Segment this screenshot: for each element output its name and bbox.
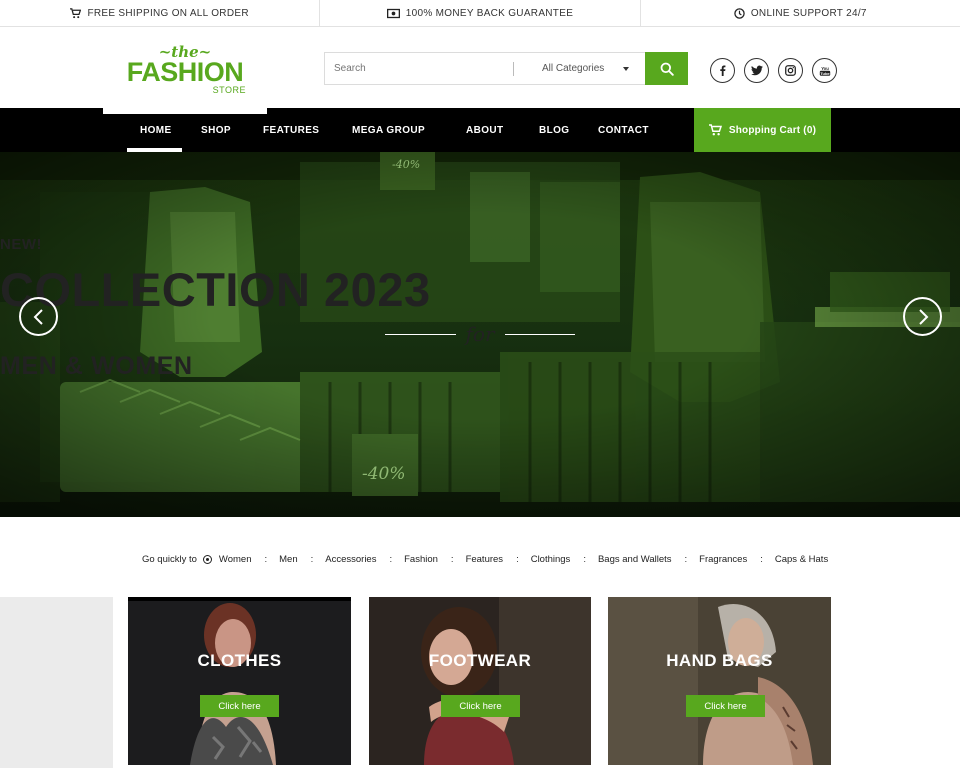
quick-link-fashion[interactable]: Fashion — [404, 554, 438, 565]
nav-blog[interactable]: BLOG — [539, 108, 570, 152]
quick-link-fragrances[interactable]: Fragrances — [699, 554, 747, 565]
quick-link-features[interactable]: Features — [466, 554, 504, 565]
nav-home[interactable]: HOME — [140, 108, 172, 152]
target-icon — [202, 554, 212, 564]
youtube-icon: YouTube — [819, 66, 830, 75]
slider-prev-button[interactable] — [19, 297, 58, 336]
support-notice: ONLINE SUPPORT 24/7 — [639, 0, 960, 26]
quick-link-accessories[interactable]: Accessories — [325, 554, 376, 565]
quick-links: Go quickly to Women: Men: Accessories: F… — [142, 553, 829, 565]
search-input[interactable] — [325, 53, 513, 84]
card-title-hand-bags: HAND BAGS — [666, 651, 773, 670]
top-info-bar: FREE SHIPPING ON ALL ORDER 100% MONEY BA… — [0, 0, 960, 27]
quick-links-label: Go quickly to — [142, 553, 197, 565]
free-shipping-label: FREE SHIPPING ON ALL ORDER — [87, 7, 249, 19]
footwear-photo — [369, 597, 591, 765]
search-icon — [660, 62, 674, 76]
category-card-clothes[interactable]: CLOTHES Click here — [128, 597, 351, 765]
instagram-link[interactable] — [778, 58, 803, 83]
hero-subtitle: MEN & WOMEN — [0, 352, 193, 380]
shopping-cart-button[interactable]: Shopping Cart (0) — [694, 108, 831, 152]
card-title-clothes: CLOTHES — [197, 651, 282, 670]
clothes-photo — [128, 597, 351, 765]
instagram-icon — [785, 65, 796, 76]
category-card-hand-bags[interactable]: HAND BAGS Click here — [608, 597, 831, 765]
category-card-footwear[interactable]: FOOTWEAR Click here — [369, 597, 591, 765]
quick-link-women[interactable]: Women — [219, 554, 252, 565]
quick-link-men[interactable]: Men — [279, 554, 297, 565]
clothes-click-button[interactable]: Click here — [200, 695, 279, 717]
search-bar: All Categories — [324, 52, 688, 85]
money-back-notice: 100% MONEY BACK GUARANTEE — [319, 0, 639, 26]
nav-contact[interactable]: CONTACT — [598, 108, 649, 152]
caret-down-icon — [623, 66, 629, 71]
support-label: ONLINE SUPPORT 24/7 — [750, 7, 867, 19]
nav-about[interactable]: ABOUT — [466, 108, 504, 152]
site-header: ~the~ FASHION STORE All Categories YouTu… — [0, 27, 960, 114]
price-tag-lower: -40% — [362, 464, 406, 484]
footwear-click-button[interactable]: Click here — [441, 695, 520, 717]
facebook-icon — [720, 65, 726, 76]
money-icon — [386, 8, 400, 18]
twitter-icon — [750, 65, 763, 76]
price-tag-upper: -40% — [392, 158, 421, 171]
svg-text:Tube: Tube — [820, 70, 830, 75]
side-banner-placeholder — [0, 597, 113, 768]
quick-link-clothings[interactable]: Clothings — [531, 554, 571, 565]
shopping-cart-label: Shopping Cart (0) — [728, 124, 817, 136]
hero-for: for — [465, 322, 495, 346]
clock-icon — [734, 7, 745, 19]
youtube-link[interactable]: You Tube — [812, 58, 837, 83]
slider-next-button[interactable] — [903, 297, 942, 336]
social-links: You Tube — [710, 58, 837, 83]
hero-for-divider: for — [385, 322, 576, 346]
logo-fashion: FASHION — [126, 57, 244, 87]
twitter-link[interactable] — [744, 58, 769, 83]
cart-icon — [70, 7, 82, 18]
site-logo[interactable]: ~the~ FASHION STORE — [117, 45, 253, 96]
logo-box[interactable]: ~the~ FASHION STORE — [103, 27, 267, 114]
free-shipping-notice: FREE SHIPPING ON ALL ORDER — [0, 0, 319, 26]
nav-mega-group[interactable]: MEGA GROUP — [352, 108, 425, 152]
hero-title: COLLECTION 2023 — [0, 263, 431, 316]
chevron-right-icon — [918, 308, 928, 325]
card-title-footwear: FOOTWEAR — [428, 651, 532, 670]
nav-shop[interactable]: SHOP — [201, 108, 231, 152]
search-button[interactable] — [645, 52, 688, 85]
quick-link-caps-hats[interactable]: Caps & Hats — [775, 554, 828, 565]
quick-link-bags-wallets[interactable]: Bags and Wallets — [598, 554, 672, 565]
nav-features[interactable]: FEATURES — [263, 108, 319, 152]
hero-kicker: NEW! — [0, 236, 42, 253]
hand-bags-photo — [608, 597, 831, 765]
category-select[interactable]: All Categories — [514, 63, 647, 74]
cart-icon — [708, 124, 722, 136]
chevron-left-icon — [33, 308, 43, 325]
hand-bags-click-button[interactable]: Click here — [686, 695, 765, 717]
category-select-value: All Categories — [542, 63, 605, 74]
hero-slider: -40% -40% NEW! COLLECTION 2023 for MEN &… — [0, 152, 960, 517]
money-back-label: 100% MONEY BACK GUARANTEE — [405, 7, 574, 19]
divider-line-right — [504, 333, 576, 335]
divider-line-left — [385, 333, 456, 335]
facebook-link[interactable] — [710, 58, 735, 83]
